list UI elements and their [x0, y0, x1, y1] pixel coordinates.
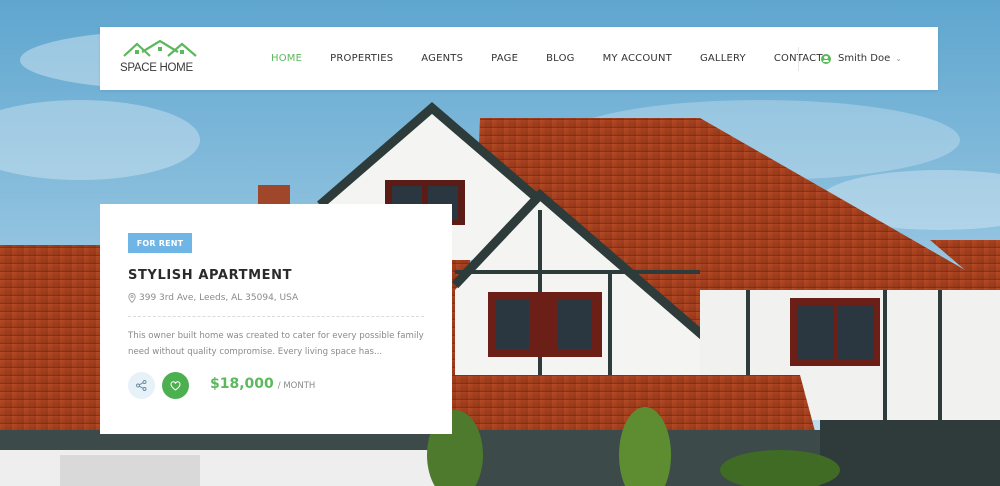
heart-icon: [170, 380, 181, 391]
nav-properties[interactable]: PROPERTIES: [330, 53, 393, 64]
property-card: FOR RENT STYLISH APARTMENT 399 3rd Ave, …: [100, 204, 452, 434]
main-nav: HOME PROPERTIES AGENTS PAGE BLOG MY ACCO…: [271, 27, 851, 90]
property-address: 399 3rd Ave, Leeds, AL 35094, USA: [128, 293, 298, 303]
card-divider: [128, 316, 424, 317]
map-pin-icon: [128, 293, 136, 303]
favorite-button[interactable]: [162, 372, 189, 399]
price-amount: $18,000: [210, 376, 274, 392]
status-badge[interactable]: FOR RENT: [128, 233, 192, 253]
address-text: 399 3rd Ave, Leeds, AL 35094, USA: [139, 293, 299, 303]
user-menu[interactable]: Smith Doe ⌄: [821, 27, 902, 90]
user-name: Smith Doe: [838, 53, 891, 64]
nav-gallery[interactable]: GALLERY: [700, 53, 746, 64]
share-icon: [136, 380, 147, 391]
logo-text: SPACE HOME: [120, 62, 193, 74]
site-header: SPACE HOME HOME PROPERTIES AGENTS PAGE B…: [100, 27, 938, 90]
nav-blog[interactable]: BLOG: [546, 53, 575, 64]
logo[interactable]: SPACE HOME: [120, 40, 200, 76]
property-description: This owner built home was created to cat…: [128, 331, 424, 357]
price-period: / MONTH: [277, 381, 316, 391]
house-logo-icon: [123, 40, 197, 57]
nav-divider: [798, 47, 799, 71]
share-button[interactable]: [128, 372, 155, 399]
property-title[interactable]: STYLISH APARTMENT: [128, 268, 292, 283]
property-price: $18,000 / MONTH: [210, 376, 315, 392]
nav-home[interactable]: HOME: [271, 53, 302, 64]
chevron-down-icon: ⌄: [895, 54, 902, 63]
nav-my-account[interactable]: MY ACCOUNT: [603, 53, 672, 64]
user-icon: [821, 53, 831, 64]
nav-page[interactable]: PAGE: [491, 53, 518, 64]
nav-agents[interactable]: AGENTS: [421, 53, 463, 64]
